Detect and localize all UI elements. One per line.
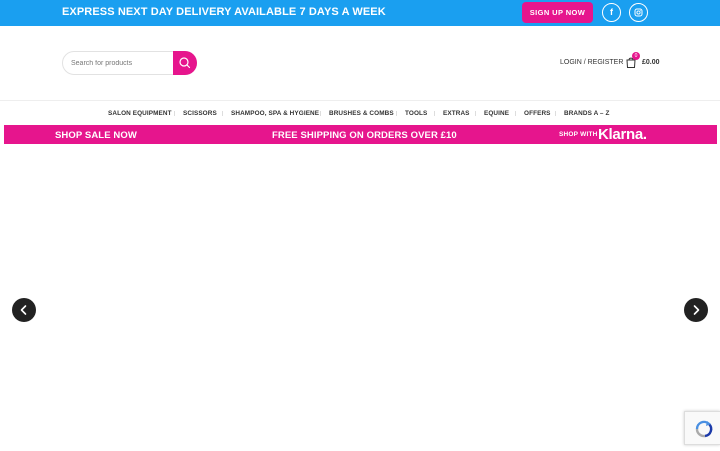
nav-item-shampoo-spa-hygiene[interactable]: SHAMPOO, SPA & HYGIENE <box>231 110 319 117</box>
nav-item-extras[interactable]: EXTRAS <box>443 110 470 117</box>
main-navigation: SALON EQUIPMENT SCISSORS SHAMPOO, SPA & … <box>0 100 720 125</box>
cart-count-badge: 0 <box>632 52 640 60</box>
nav-item-offers[interactable]: OFFERS <box>524 110 551 117</box>
slider-prev-button[interactable] <box>12 298 36 322</box>
nav-separator <box>320 111 321 116</box>
sign-up-button[interactable]: SIGN UP NOW <box>522 2 593 23</box>
login-register-link[interactable]: LOGIN / REGISTER <box>560 59 623 66</box>
chevron-left-icon <box>20 305 27 315</box>
nav-separator <box>475 111 476 116</box>
nav-separator <box>174 111 175 116</box>
recaptcha-icon <box>695 420 713 438</box>
instagram-icon[interactable] <box>629 3 648 22</box>
promo-strip: SHOP SALE NOW FREE SHIPPING ON ORDERS OV… <box>4 125 717 144</box>
klarna-prefix-text: SHOP WITH <box>559 131 598 138</box>
nav-separator <box>396 111 397 116</box>
top-promo-bar: EXPRESS NEXT DAY DELIVERY AVAILABLE 7 DA… <box>0 0 720 26</box>
nav-item-brushes-combs[interactable]: BRUSHES & COMBS <box>329 110 394 117</box>
slider-next-button[interactable] <box>684 298 708 322</box>
express-delivery-text: EXPRESS NEXT DAY DELIVERY AVAILABLE 7 DA… <box>62 6 386 18</box>
nav-item-equine[interactable]: EQUINE <box>484 110 509 117</box>
cart-total[interactable]: £0.00 <box>642 59 660 66</box>
klarna-logo: Klarna. <box>598 126 647 143</box>
nav-separator <box>222 111 223 116</box>
search-button[interactable] <box>173 51 197 75</box>
facebook-icon[interactable]: f <box>602 3 621 22</box>
cart-button[interactable]: 0 <box>624 52 640 69</box>
nav-item-tools[interactable]: TOOLS <box>405 110 427 117</box>
recaptcha-badge[interactable] <box>684 411 720 445</box>
chevron-right-icon <box>693 305 700 315</box>
search-box <box>62 51 197 75</box>
nav-item-brands-a-z[interactable]: BRANDS A – Z <box>564 110 609 117</box>
nav-separator <box>434 111 435 116</box>
nav-item-salon-equipment[interactable]: SALON EQUIPMENT <box>108 110 172 117</box>
free-shipping-text: FREE SHIPPING ON ORDERS OVER £10 <box>272 130 457 141</box>
nav-separator <box>555 111 556 116</box>
search-input[interactable] <box>71 57 171 70</box>
shop-sale-link[interactable]: SHOP SALE NOW <box>55 130 137 141</box>
nav-separator <box>515 111 516 116</box>
search-icon <box>179 57 191 69</box>
nav-item-scissors[interactable]: SCISSORS <box>183 110 217 117</box>
site-header: LOGIN / REGISTER 0 £0.00 <box>0 26 720 100</box>
